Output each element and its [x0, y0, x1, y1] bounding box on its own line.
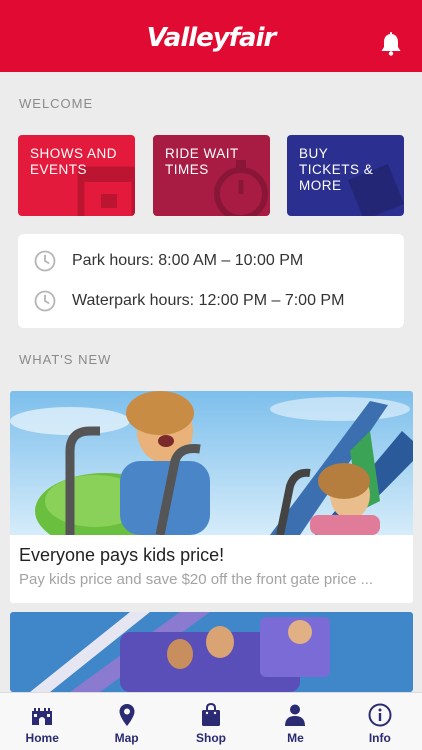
info-icon [368, 703, 392, 727]
coaster-ride-photo [10, 612, 413, 692]
person-icon [285, 704, 306, 726]
clock-icon [34, 250, 56, 272]
news-card-subtitle: Pay kids price and save $20 off the fron… [19, 571, 374, 588]
app-header: Valleyfair [0, 0, 422, 72]
tab-me-label: Me [287, 731, 304, 745]
bottom-tab-bar: Home Map Shop Me Info [0, 692, 422, 750]
tab-info-label: Info [368, 731, 391, 745]
tab-home-label: Home [25, 731, 59, 745]
park-hours-row: Park hours: 8:00 AM – 10:00 PM [34, 250, 303, 272]
tab-shop[interactable]: Shop [169, 693, 253, 750]
tab-map[interactable]: Map [84, 693, 168, 750]
park-hours-text: Park hours: 8:00 AM – 10:00 PM [72, 252, 304, 269]
tab-info[interactable]: Info [338, 693, 422, 750]
news-card-title: Everyone pays kids price! [19, 545, 225, 565]
news-card-kids-price[interactable]: Everyone pays kids price! Pay kids price… [10, 391, 413, 603]
ride-wait-times-label: RIDE WAIT TIMES [165, 146, 239, 177]
shopping-bag-icon [202, 703, 221, 726]
valleyfair-logo[interactable]: Valleyfair [147, 23, 277, 53]
park-hours-card: Park hours: 8:00 AM – 10:00 PM Waterpark… [18, 234, 404, 328]
whats-new-section-label: WHAT'S NEW [19, 352, 112, 367]
roller-coaster-riders-photo [10, 391, 413, 535]
buy-tickets-tile[interactable]: BUY TICKETS & MORE [287, 135, 404, 216]
bell-icon[interactable] [380, 32, 402, 56]
buy-tickets-label: BUY TICKETS & MORE [299, 146, 374, 193]
shows-and-events-tile[interactable]: SHOWS AND EVENTS [18, 135, 135, 216]
news-card-coaster[interactable] [10, 612, 413, 692]
ride-wait-times-tile[interactable]: RIDE WAIT TIMES [153, 135, 270, 216]
waterpark-hours-row: Waterpark hours: 12:00 PM – 7:00 PM [34, 290, 344, 312]
tab-home[interactable]: Home [0, 693, 84, 750]
welcome-section-label: WELCOME [19, 96, 94, 111]
clock-icon [34, 290, 56, 312]
map-pin-icon [119, 704, 135, 726]
waterpark-hours-text: Waterpark hours: 12:00 PM – 7:00 PM [72, 292, 345, 309]
castle-icon [32, 708, 53, 725]
tab-map-label: Map [114, 731, 139, 745]
tab-shop-label: Shop [196, 731, 227, 745]
shows-and-events-label: SHOWS AND EVENTS [30, 146, 118, 177]
tab-me[interactable]: Me [253, 693, 337, 750]
news-card-image [10, 391, 413, 535]
